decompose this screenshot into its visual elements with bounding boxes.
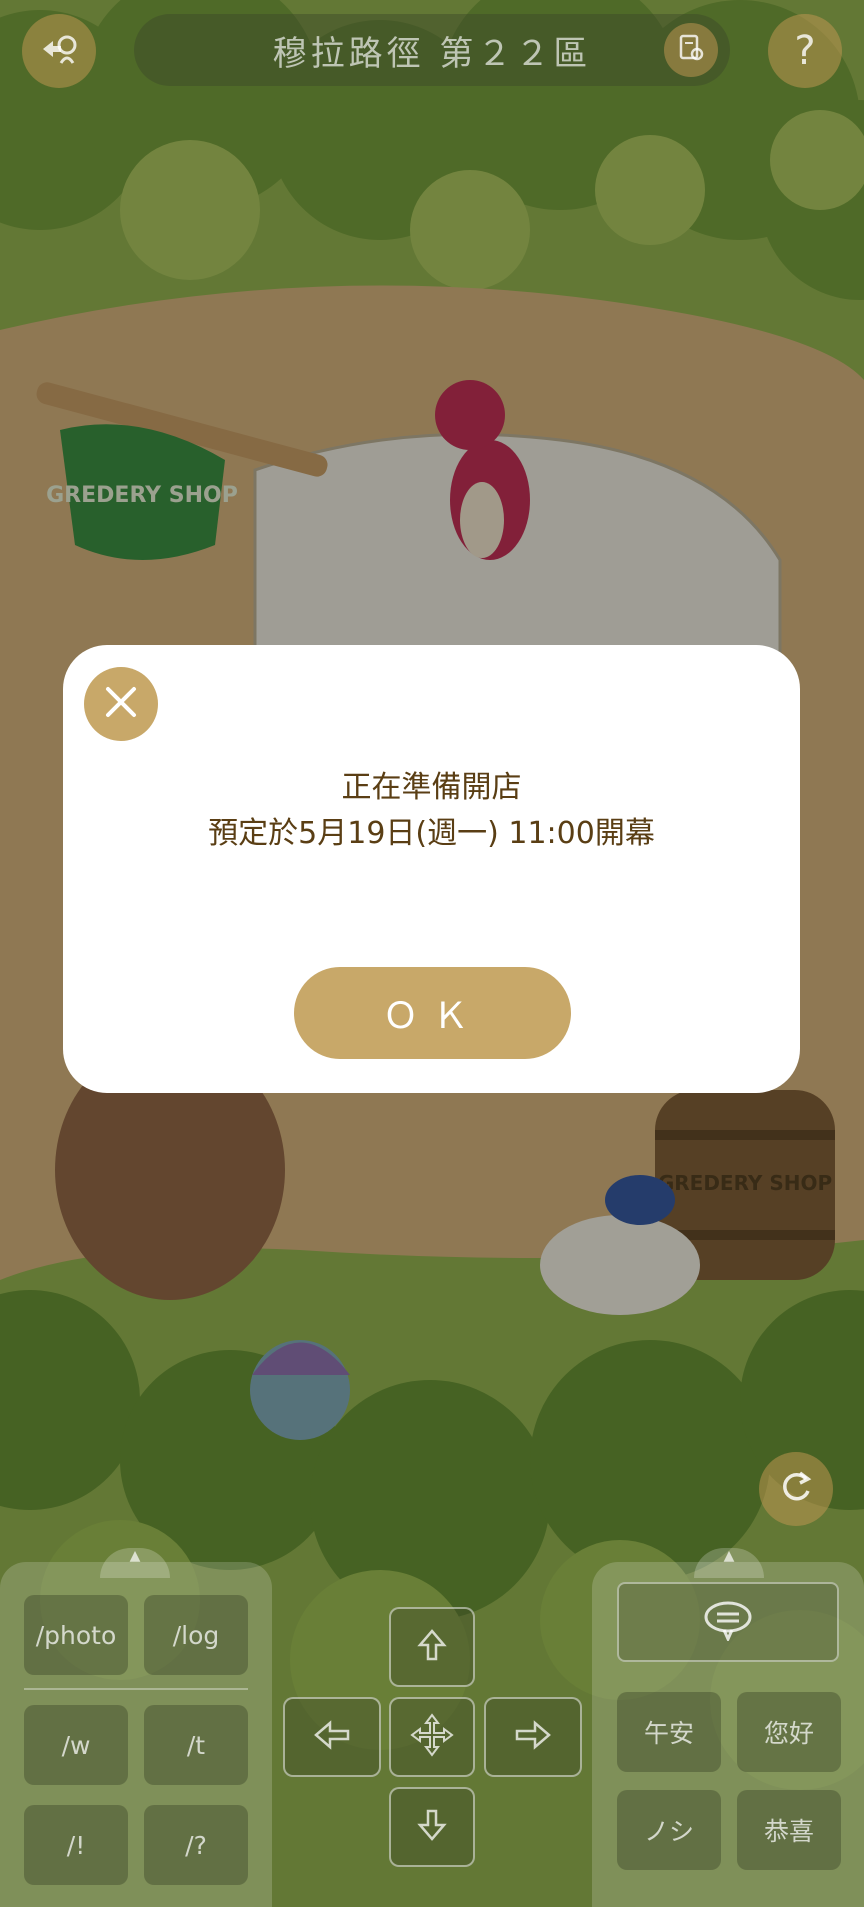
arrow-right-icon [511,1715,555,1759]
move-cross-icon [408,1711,456,1763]
notes-button[interactable] [664,23,718,77]
close-x-icon [103,684,139,724]
area-title: 穆拉路徑 第２２區 [272,33,592,74]
help-button[interactable]: ? [768,14,842,88]
command-photo[interactable]: /photo [24,1595,128,1675]
arrow-left-icon [310,1715,354,1759]
arrow-up-icon [412,1625,452,1669]
phrase-congrats[interactable]: 恭喜 [737,1790,841,1870]
dialog-message: 正在準備開店 預定於5月19日(週一) 11:00開幕 [63,765,800,857]
question-mark-icon: ? [794,28,816,74]
move-center-button[interactable] [389,1697,475,1777]
command-exclaim[interactable]: /! [24,1805,128,1885]
move-left-button[interactable] [283,1697,381,1777]
phrase-afternoon[interactable]: 午安 [617,1692,721,1772]
shop-notice-dialog: 正在準備開店 預定於5月19日(週一) 11:00開幕 ＯＫ [63,645,800,1093]
command-question[interactable]: /? [144,1805,248,1885]
refresh-button[interactable] [759,1452,833,1526]
command-divider [24,1688,248,1690]
move-up-button[interactable] [389,1607,475,1687]
back-button[interactable] [22,14,96,88]
move-down-button[interactable] [389,1787,475,1867]
close-button[interactable] [84,667,158,741]
refresh-icon [776,1467,816,1511]
ok-button[interactable]: ＯＫ [294,967,571,1059]
chat-input-button[interactable] [617,1582,839,1662]
area-title-bar: 穆拉路徑 第２２區 [134,14,730,86]
dialog-line-1: 正在準備開店 [341,770,522,805]
document-pin-icon [676,33,706,67]
command-w[interactable]: /w [24,1705,128,1785]
dialog-line-2: 預定於5月19日(週一) 11:00開幕 [208,816,655,851]
speech-bubble-icon [702,1599,754,1645]
command-t[interactable]: /t [144,1705,248,1785]
command-log[interactable]: /log [144,1595,248,1675]
move-right-button[interactable] [484,1697,582,1777]
phrase-nosi[interactable]: ノシ [617,1790,721,1870]
phrase-hello[interactable]: 您好 [737,1692,841,1772]
exit-map-icon [37,27,81,75]
arrow-down-icon [412,1805,452,1849]
